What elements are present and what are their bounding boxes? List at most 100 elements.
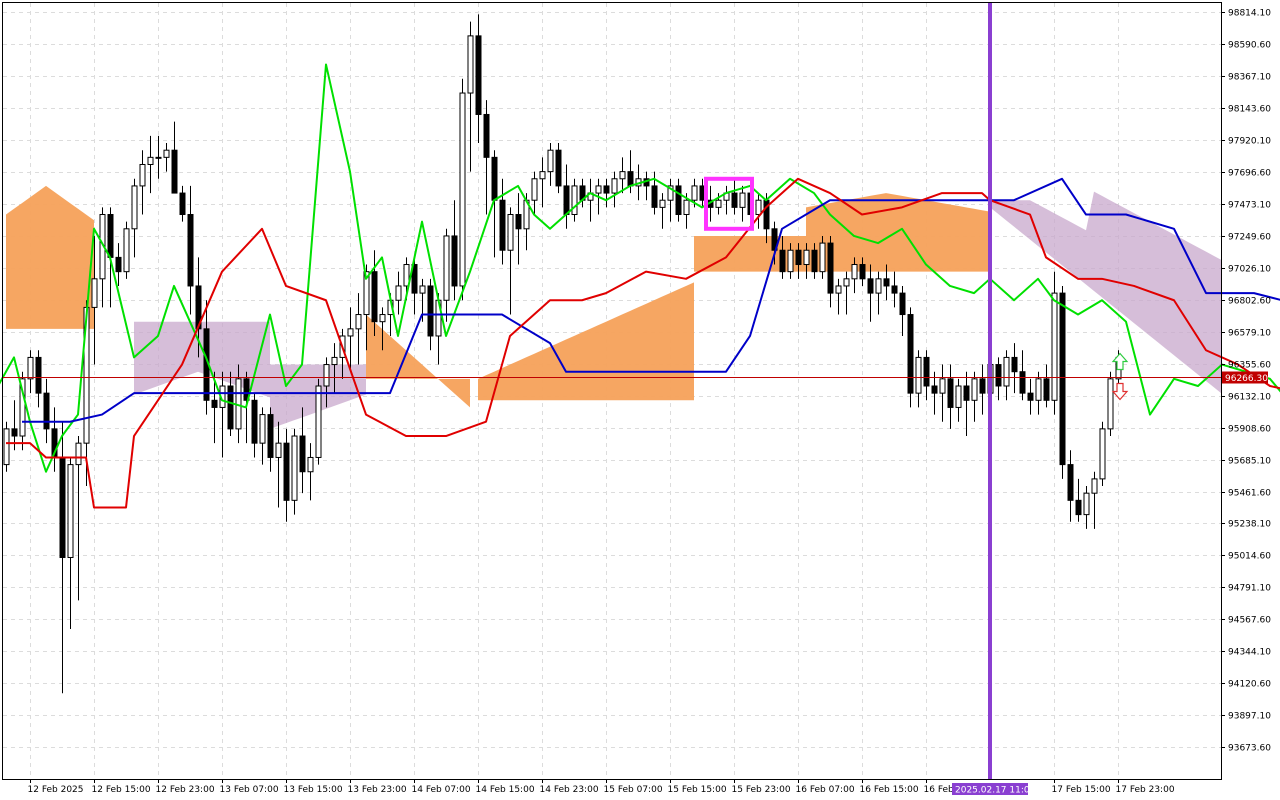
price-tick-label: 96132.10 [1228,393,1271,403]
candle-bear [603,185,610,194]
candle-bull [67,464,74,558]
candle-bull [611,178,618,194]
candle-bear [35,356,42,394]
candle-bull [323,364,330,387]
price-tick-label: 96802.60 [1228,297,1271,307]
candle-bear [107,214,114,258]
candle-bear [1019,371,1026,394]
price-tick-label: 95461.60 [1228,489,1271,499]
price-tick-label: 94791.10 [1228,584,1271,594]
candle-bear [451,235,458,287]
time-tick-label: 15 Feb 15:00 [668,785,727,795]
candle-bull [459,92,466,287]
candle-bull [915,356,922,394]
candle-bull [539,171,546,180]
candle-bear [963,385,970,401]
price-tick-label: 95238.10 [1228,520,1271,530]
price-tick-label: 95685.10 [1228,457,1271,467]
price-tick-label: 95014.60 [1228,552,1271,562]
candle-bull [315,385,322,458]
candle-bull [163,149,170,158]
candle-bear [211,399,218,408]
candle-bull [1099,428,1106,480]
candle-bull [347,328,354,337]
candle-bear [995,364,1002,387]
candle-bull [307,456,314,473]
time-tick-label: 17 Feb 23:00 [1116,785,1175,795]
time-marker-label: 2025.02.17 11:00 [955,786,1036,796]
candle-bear [299,435,306,473]
candle-bear [43,392,50,430]
price-tick-label: 96355.60 [1228,361,1271,371]
candle-bear [731,192,738,208]
candle-bear [1011,356,1018,373]
candle-bull [147,156,154,165]
candle-bear [1067,464,1074,501]
price-tick-label: 95908.60 [1228,425,1271,435]
time-tick-label: 12 Feb 15:00 [92,785,151,795]
candle-bull [507,214,514,251]
candle-bull [1083,492,1090,516]
candle-bull [715,199,722,208]
price-tick-label: 94344.10 [1228,648,1271,658]
candle-bull [571,185,578,216]
candle-bull [91,278,98,308]
time-tick-label: 14 Feb 15:00 [476,785,535,795]
time-tick-label: 16 Feb 15:00 [860,785,919,795]
candle-bear [907,314,914,394]
candle-bull [131,185,138,230]
candle-bear [827,242,834,294]
candle-bear [283,442,290,501]
price-tick-label: 98143.60 [1228,105,1271,115]
candle-bull [819,242,826,273]
time-tick-label: 15 Feb 07:00 [604,785,663,795]
price-tick-label: 98590.60 [1228,41,1271,51]
price-tick-label: 97026.10 [1228,265,1271,275]
candle-bull [379,314,386,323]
time-tick-label: 13 Feb 07:00 [220,785,279,795]
candle-bear [483,113,490,158]
time-tick-label: 17 Feb 15:00 [1052,785,1111,795]
candle-bear [251,399,258,444]
candle-bull [355,314,362,330]
candle-bull [683,199,690,216]
price-tick-label: 94567.60 [1228,616,1271,626]
candle-bear [883,278,890,287]
candle-bear [1043,378,1050,401]
candle-bear [1059,292,1066,466]
candle-bull [787,249,794,273]
price-tick-label: 98367.10 [1228,73,1271,83]
candle-bear [1027,392,1034,401]
time-tick-label: 12 Feb 2025 [28,785,84,795]
candle-bear [475,35,482,115]
candle-bull [851,264,858,280]
candle-bull [419,285,426,294]
current-price-label: 96266.30 [1225,374,1268,384]
candle-bull [123,228,130,273]
price-tick-label: 98814.10 [1228,9,1271,19]
price-tick-label: 97920.10 [1228,137,1271,147]
candle-bull [1107,378,1114,430]
candle-bull [443,235,450,301]
candle-bull [291,435,298,501]
time-tick-label: 14 Feb 23:00 [540,785,599,795]
candle-bear [427,285,434,337]
candle-bull [75,442,82,466]
candle-bear [811,249,818,273]
candle-bull [691,185,698,201]
price-tick-label: 96579.10 [1228,329,1271,339]
candle-bear [499,199,506,251]
candle-bear [947,378,954,408]
candle-bear [491,156,498,201]
candle-bull [395,285,402,301]
candle-bear [371,271,378,323]
price-chart[interactable]: 98814.10 98590.60 98367.10 98143.60 97920.10… [0,0,1280,800]
candle-bear [267,414,274,458]
candle-bull [139,163,146,187]
candle-bear [979,378,986,394]
candle-bear [627,171,634,187]
candle-bear [923,356,930,387]
candle-bull [1035,378,1042,401]
candle-bull [739,192,746,208]
candle-bull [595,185,602,194]
